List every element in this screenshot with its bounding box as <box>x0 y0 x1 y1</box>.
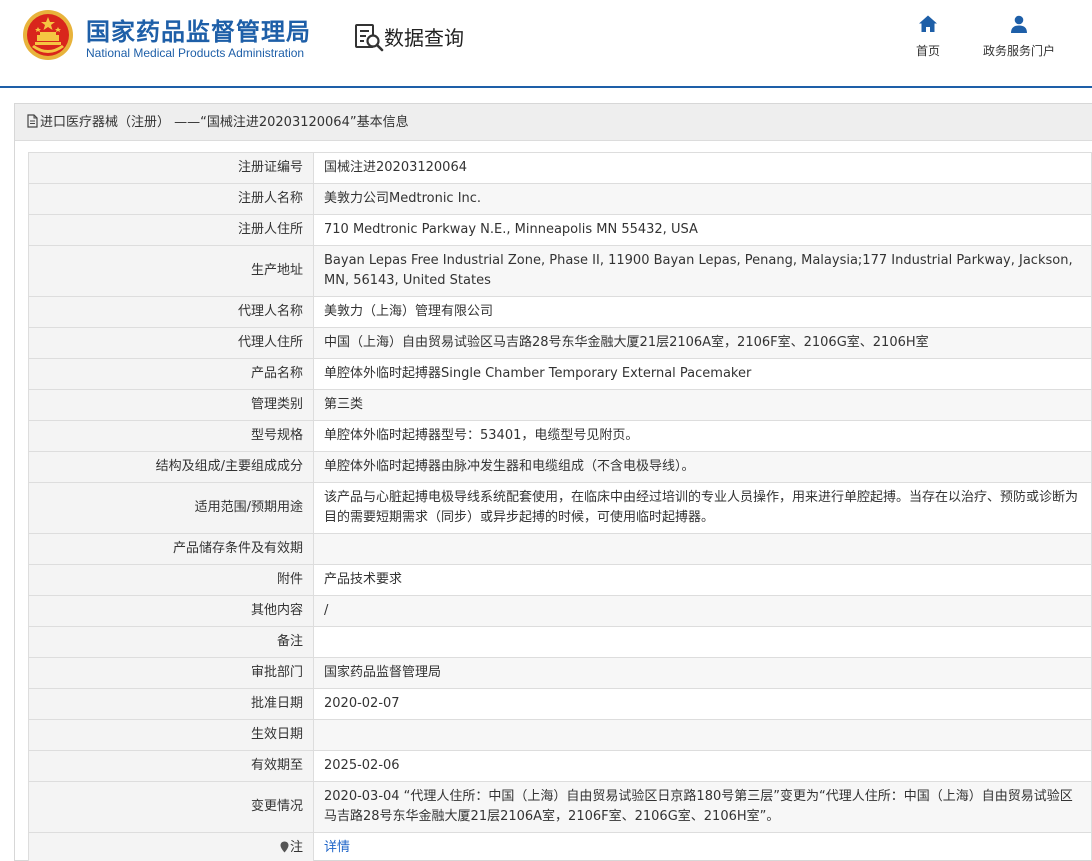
table-row: 生产地址 Bayan Lepas Free Industrial Zone, Ph… <box>28 245 1092 297</box>
row-label: 有效期至 <box>28 750 314 782</box>
row-value <box>313 626 1092 658</box>
table-row: 产品储存条件及有效期 <box>28 533 1092 565</box>
row-value: / <box>313 595 1092 627</box>
table-row: 批准日期 2020-02-07 <box>28 688 1092 720</box>
nav-home-link[interactable]: 首页 <box>904 14 952 59</box>
row-value: 710 Medtronic Parkway N.E., Minneapolis … <box>313 214 1092 246</box>
panel-title-text: 进口医疗器械（注册） ——“国械注进20203120064”基本信息 <box>40 115 409 130</box>
row-value: 2020-02-07 <box>313 688 1092 720</box>
row-value: 中国（上海）自由贸易试验区马吉路28号东华金融大厦21层2106A室，2106F… <box>313 327 1092 359</box>
table-row: 适用范围/预期用途 该产品与心脏起搏电极导线系统配套使用，在临床中由经过培训的专业… <box>28 482 1092 534</box>
table-row: 管理类别 第三类 <box>28 389 1092 421</box>
table-row: 代理人名称 美敦力（上海）管理有限公司 <box>28 296 1092 328</box>
table-row: 注册人住所 710 Medtronic Parkway N.E., Minneap… <box>28 214 1092 246</box>
info-panel: 进口医疗器械（注册） ——“国械注进20203120064”基本信息 注册证编号… <box>14 103 1092 861</box>
row-value: 第三类 <box>313 389 1092 421</box>
row-value: Bayan Lepas Free Industrial Zone, Phase … <box>313 245 1092 297</box>
pin-icon <box>280 841 289 853</box>
site-header: 国家药品监督管理局 National Medical Products Admi… <box>0 0 1092 88</box>
note-label-cell: 注 <box>28 832 314 861</box>
nav-portal-label[interactable]: 政务服务门户 <box>974 42 1064 59</box>
row-value: 该产品与心脏起搏电极导线系统配套使用，在临床中由经过培训的专业人员操作，用来进行… <box>313 482 1092 534</box>
row-label: 注册人名称 <box>28 183 314 215</box>
row-value: 2020-03-04 “代理人住所：中国（上海）自由贸易试验区日京路180号第三… <box>313 781 1092 833</box>
row-value: 单腔体外临时起搏器由脉冲发生器和电缆组成（不含电极导线）。 <box>313 451 1092 483</box>
row-value <box>313 719 1092 751</box>
note-value-cell: 详情 <box>313 832 1092 861</box>
document-icon <box>27 114 38 128</box>
registration-info-table: 注册证编号 国械注进20203120064 注册人名称 美敦力公司Medtronic… <box>28 152 1092 861</box>
data-query-title: 数据查询 <box>384 26 464 50</box>
row-value: 单腔体外临时起搏器Single Chamber Temporary Extern… <box>313 358 1092 390</box>
table-row: 代理人住所 中国（上海）自由贸易试验区马吉路28号东华金融大厦21层2106A室，… <box>28 327 1092 359</box>
table-row: 产品名称 单腔体外临时起搏器Single Chamber Temporary Ex… <box>28 358 1092 390</box>
row-value: 2025-02-06 <box>313 750 1092 782</box>
row-label: 审批部门 <box>28 657 314 689</box>
brand-title-en[interactable]: National Medical Products Administration <box>86 46 304 60</box>
row-label: 注册人住所 <box>28 214 314 246</box>
row-label: 生产地址 <box>28 245 314 297</box>
row-value: 美敦力（上海）管理有限公司 <box>313 296 1092 328</box>
table-row: 附件 产品技术要求 <box>28 564 1092 596</box>
row-label: 注册证编号 <box>28 152 314 184</box>
note-label: 注 <box>289 840 303 855</box>
row-label: 其他内容 <box>28 595 314 627</box>
row-value <box>313 533 1092 565</box>
row-label: 适用范围/预期用途 <box>28 482 314 534</box>
row-value: 美敦力公司Medtronic Inc. <box>313 183 1092 215</box>
row-label: 产品储存条件及有效期 <box>28 533 314 565</box>
info-table-body: 注册证编号 国械注进20203120064 注册人名称 美敦力公司Medtronic… <box>28 152 1092 861</box>
table-row: 其他内容 / <box>28 595 1092 627</box>
user-icon <box>1011 15 1027 33</box>
row-label: 批准日期 <box>28 688 314 720</box>
nav-portal-link[interactable]: 政务服务门户 <box>974 14 1064 59</box>
row-value: 国家药品监督管理局 <box>313 657 1092 689</box>
brand-title-cn[interactable]: 国家药品监督管理局 <box>86 12 311 47</box>
table-row: 结构及组成/主要组成成分 单腔体外临时起搏器由脉冲发生器和电缆组成（不含电极导线）… <box>28 451 1092 483</box>
table-row: 型号规格 单腔体外临时起搏器型号：53401，电缆型号见附页。 <box>28 420 1092 452</box>
row-label: 结构及组成/主要组成成分 <box>28 451 314 483</box>
row-label: 产品名称 <box>28 358 314 390</box>
row-label: 生效日期 <box>28 719 314 751</box>
table-row: 审批部门 国家药品监督管理局 <box>28 657 1092 689</box>
table-row: 注册人名称 美敦力公司Medtronic Inc. <box>28 183 1092 215</box>
table-row: 注册证编号 国械注进20203120064 <box>28 152 1092 184</box>
table-row: 有效期至 2025-02-06 <box>28 750 1092 782</box>
row-label: 附件 <box>28 564 314 596</box>
row-label: 代理人名称 <box>28 296 314 328</box>
home-icon <box>919 15 937 32</box>
row-label: 变更情况 <box>28 781 314 833</box>
row-label: 代理人住所 <box>28 327 314 359</box>
nav-home-label[interactable]: 首页 <box>904 42 952 59</box>
panel-title: 进口医疗器械（注册） ——“国械注进20203120064”基本信息 <box>15 104 1092 141</box>
row-value: 产品技术要求 <box>313 564 1092 596</box>
data-query-icon <box>355 24 384 52</box>
details-link[interactable]: 详情 <box>324 840 350 855</box>
row-label: 备注 <box>28 626 314 658</box>
national-emblem-icon[interactable] <box>22 9 74 61</box>
table-row: 变更情况 2020-03-04 “代理人住所：中国（上海）自由贸易试验区日京路18… <box>28 781 1092 833</box>
table-row: 注 详情 <box>28 832 1092 861</box>
row-value: 国械注进20203120064 <box>313 152 1092 184</box>
row-label: 型号规格 <box>28 420 314 452</box>
row-label: 管理类别 <box>28 389 314 421</box>
table-row: 备注 <box>28 626 1092 658</box>
table-row: 生效日期 <box>28 719 1092 751</box>
row-value: 单腔体外临时起搏器型号：53401，电缆型号见附页。 <box>313 420 1092 452</box>
